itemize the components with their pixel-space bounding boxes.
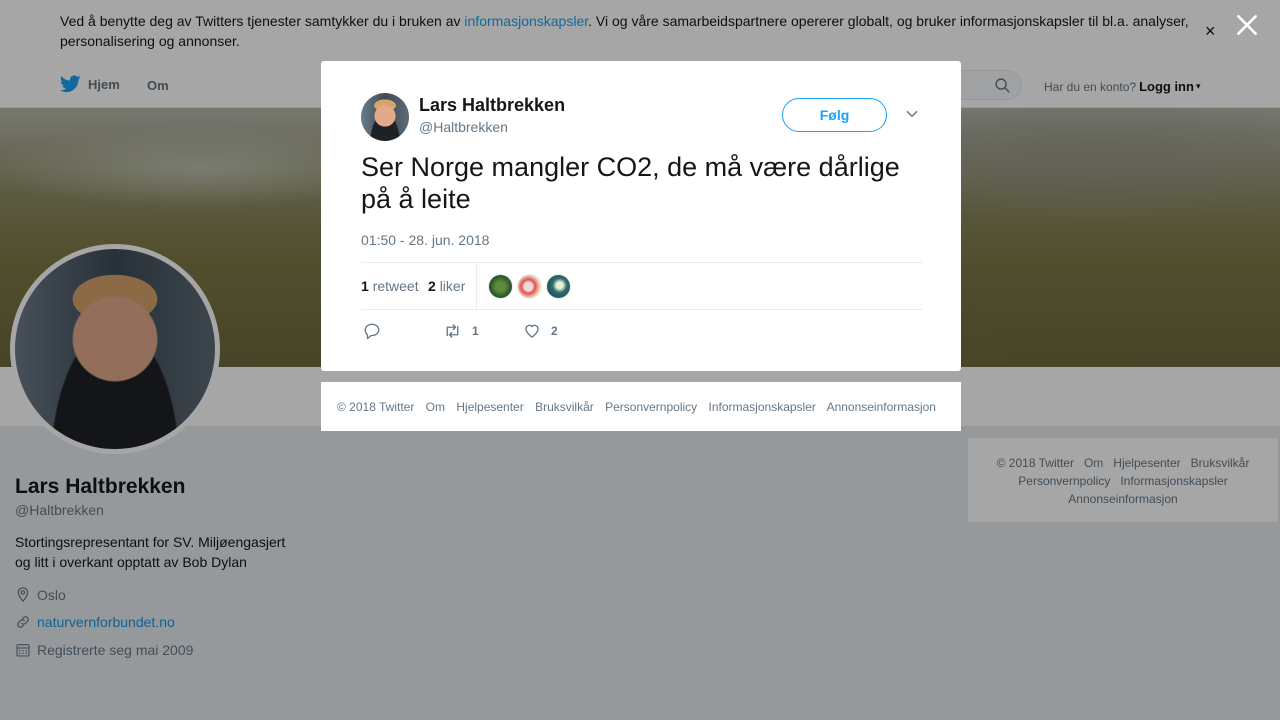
footer-link: © 2018 Twitter	[337, 400, 415, 414]
tweet-timestamp[interactable]: 01:50 - 28. jun. 2018	[361, 232, 489, 248]
reply-button[interactable]	[363, 322, 391, 340]
liker-avatar[interactable]	[517, 274, 542, 299]
reply-icon	[364, 323, 380, 340]
footer-link[interactable]: Om	[426, 400, 445, 414]
tweet-author-avatar[interactable]	[361, 93, 409, 141]
tweet-modal: Lars Haltbrekken @Haltbrekken Følg Ser N…	[321, 61, 961, 371]
follow-button[interactable]: Følg	[782, 98, 887, 132]
like-action-count: 2	[551, 324, 558, 338]
like-count: 2	[428, 278, 436, 294]
like-button[interactable]: 2	[523, 322, 558, 340]
tweet-actions: 1 2	[361, 320, 661, 344]
liker-avatar[interactable]	[488, 274, 513, 299]
like-stat[interactable]: 2 liker	[428, 278, 465, 294]
tweet-stats: 1 retweet 2 liker	[361, 262, 922, 310]
retweet-count: 1	[361, 278, 369, 294]
stats-divider	[476, 263, 477, 310]
tweet-text: Ser Norge mangler CO2, de må være dårlig…	[361, 152, 900, 214]
liker-avatar[interactable]	[546, 274, 571, 299]
footer-link[interactable]: Bruksvilkår	[535, 400, 594, 414]
footer-link[interactable]: Annonseinformasjon	[827, 400, 936, 414]
retweet-icon	[446, 324, 459, 338]
retweet-action-count: 1	[472, 324, 479, 338]
footer-link[interactable]: Informasjonskapsler	[709, 400, 816, 414]
footer-link[interactable]: Hjelpesenter	[456, 400, 523, 414]
heart-icon	[525, 324, 539, 338]
modal-footer: © 2018 Twitter Om Hjelpesenter Bruksvilk…	[321, 382, 961, 431]
tweet-author-handle[interactable]: @Haltbrekken	[419, 119, 508, 135]
footer-link[interactable]: Personvernpolicy	[605, 400, 697, 414]
close-icon[interactable]	[1234, 12, 1260, 38]
retweet-label: retweet	[372, 278, 419, 294]
retweet-button[interactable]: 1	[443, 322, 479, 340]
retweet-stat[interactable]: 1 retweet	[361, 278, 419, 294]
like-label: liker	[439, 278, 466, 294]
tweet-author-name[interactable]: Lars Haltbrekken	[419, 95, 565, 116]
chevron-down-icon[interactable]	[905, 107, 919, 121]
